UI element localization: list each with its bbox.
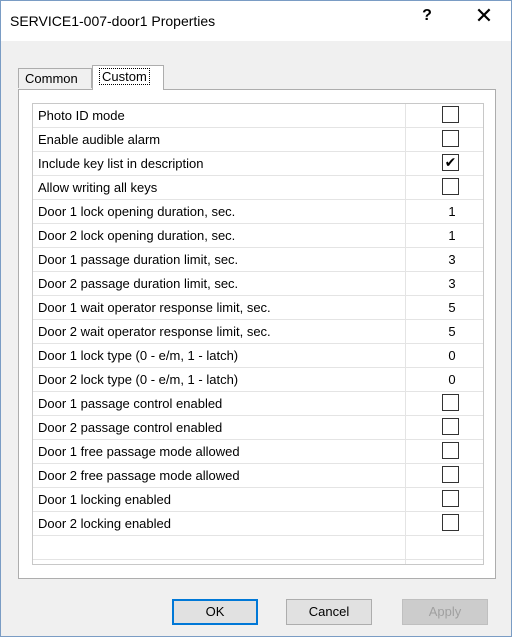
property-row[interactable]: Door 1 passage duration limit, sec. 3: [33, 248, 483, 272]
property-label: Door 1 lock type (0 - e/m, 1 - latch): [38, 348, 239, 363]
property-label: Door 2 passage duration limit, sec.: [38, 276, 239, 291]
property-label: Door 1 free passage mode allowed: [38, 444, 240, 459]
property-row[interactable]: Door 2 lock opening duration, sec. 1: [33, 224, 483, 248]
checkmark-icon: ✔: [444, 154, 457, 170]
empty-row: [33, 536, 483, 560]
property-row[interactable]: Door 1 lock opening duration, sec. 1: [33, 200, 483, 224]
property-value[interactable]: 5: [433, 323, 471, 340]
property-checkbox[interactable]: [442, 466, 459, 483]
property-label: Door 2 wait operator response limit, sec…: [38, 324, 271, 339]
property-checkbox[interactable]: [442, 490, 459, 507]
property-row[interactable]: Enable audible alarm: [33, 128, 483, 152]
property-label: Door 1 locking enabled: [38, 492, 171, 507]
property-checkbox[interactable]: [442, 418, 459, 435]
property-label: Enable audible alarm: [38, 132, 161, 147]
property-value[interactable]: 3: [433, 251, 471, 268]
property-value[interactable]: 5: [433, 299, 471, 316]
property-value[interactable]: 1: [433, 227, 471, 244]
tab-common[interactable]: Common: [18, 68, 92, 88]
property-row[interactable]: Door 2 free passage mode allowed: [33, 464, 483, 488]
property-label: Door 2 locking enabled: [38, 516, 171, 531]
property-row[interactable]: Door 1 wait operator response limit, sec…: [33, 296, 483, 320]
cancel-button[interactable]: Cancel: [286, 599, 372, 625]
close-icon[interactable]: ✕: [475, 3, 493, 28]
property-row[interactable]: Door 2 wait operator response limit, sec…: [33, 320, 483, 344]
apply-button[interactable]: Apply: [402, 599, 488, 625]
property-row[interactable]: Include key list in description ✔: [33, 152, 483, 176]
title-bar[interactable]: SERVICE1-007-door1 Properties ? ✕: [1, 1, 511, 41]
property-label: Door 2 lock type (0 - e/m, 1 - latch): [38, 372, 239, 387]
property-label: Door 2 passage control enabled: [38, 420, 223, 435]
property-label: Photo ID mode: [38, 108, 125, 123]
property-row[interactable]: Door 2 lock type (0 - e/m, 1 - latch) 0: [33, 368, 483, 392]
ok-button[interactable]: OK: [172, 599, 258, 625]
property-row[interactable]: Door 2 passage duration limit, sec. 3: [33, 272, 483, 296]
property-label: Door 2 free passage mode allowed: [38, 468, 240, 483]
property-row[interactable]: Door 2 locking enabled: [33, 512, 483, 536]
property-label: Door 1 wait operator response limit, sec…: [38, 300, 271, 315]
tab-custom[interactable]: Custom: [92, 65, 164, 90]
property-value[interactable]: 0: [433, 371, 471, 388]
property-value[interactable]: 1: [433, 203, 471, 220]
property-checkbox[interactable]: [442, 178, 459, 195]
property-row[interactable]: Door 1 lock type (0 - e/m, 1 - latch) 0: [33, 344, 483, 368]
close-button[interactable]: ✕: [461, 3, 507, 33]
property-row[interactable]: Door 2 passage control enabled: [33, 416, 483, 440]
property-row[interactable]: Photo ID mode: [33, 104, 483, 128]
property-label: Door 1 passage control enabled: [38, 396, 223, 411]
property-checkbox[interactable]: [442, 130, 459, 147]
property-row[interactable]: Door 1 locking enabled: [33, 488, 483, 512]
custom-tab-panel: Photo ID mode Enable audible alarm Include…: [18, 89, 496, 579]
window-title: SERVICE1-007-door1 Properties: [10, 13, 216, 29]
property-value[interactable]: 3: [433, 275, 471, 292]
property-checkbox[interactable]: ✔: [442, 154, 459, 171]
property-checkbox[interactable]: [442, 514, 459, 531]
property-checkbox[interactable]: [442, 106, 459, 123]
property-label: Allow writing all keys: [38, 180, 158, 195]
property-row[interactable]: Door 1 passage control enabled: [33, 392, 483, 416]
property-label: Door 1 passage duration limit, sec.: [38, 252, 239, 267]
property-label: Include key list in description: [38, 156, 204, 171]
tab-custom-label: Custom: [99, 68, 150, 85]
property-row[interactable]: Door 1 free passage mode allowed: [33, 440, 483, 464]
property-grid: Photo ID mode Enable audible alarm Include…: [32, 103, 484, 565]
properties-dialog: SERVICE1-007-door1 Properties ? ✕ Common…: [0, 0, 512, 637]
property-checkbox[interactable]: [442, 442, 459, 459]
property-label: Door 1 lock opening duration, sec.: [38, 204, 236, 219]
property-label: Door 2 lock opening duration, sec.: [38, 228, 236, 243]
help-button[interactable]: ?: [409, 3, 445, 33]
property-row[interactable]: Allow writing all keys: [33, 176, 483, 200]
property-value[interactable]: 0: [433, 347, 471, 364]
property-checkbox[interactable]: [442, 394, 459, 411]
